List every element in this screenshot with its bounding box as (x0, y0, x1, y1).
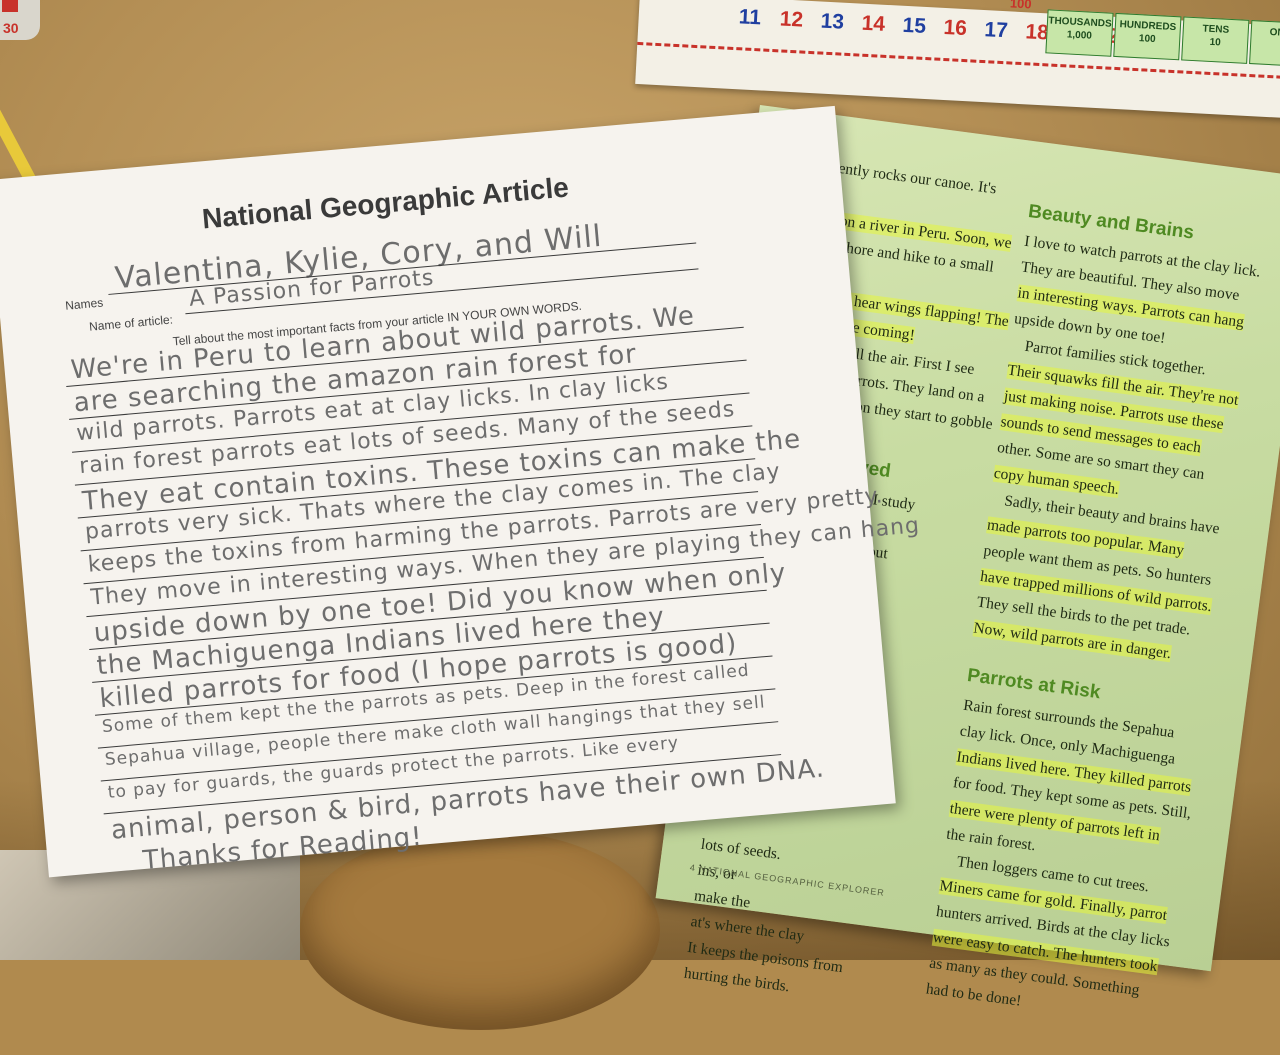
magazine-column-right-body-1: I love to watch parrots at the clay lick… (972, 229, 1280, 677)
number-line-number: 13 (820, 9, 845, 34)
number-line-number: 11 (738, 5, 762, 30)
corner-sticker-number: 30 (3, 20, 19, 36)
magazine-column-right-body-2: Rain forest surrounds the Sepahua clay li… (924, 693, 1232, 1038)
names-label: Names (64, 295, 104, 313)
corner-sticker: 30 (0, 0, 40, 40)
corner-sticker-red-tab (2, 0, 18, 12)
article-label: Name of article: (88, 312, 174, 334)
place-value-box: TENS 10 (1181, 16, 1250, 64)
number-line-number: 15 (902, 13, 927, 38)
stool-seat (300, 830, 660, 1030)
worksheet: National Geographic Article Names Valent… (0, 105, 921, 878)
place-value-number: 10 (1209, 36, 1221, 49)
number-line-top-value: 100 (1009, 0, 1033, 12)
place-value-box: THOUSANDS 1,000 (1045, 9, 1114, 57)
number-line-number: 14 (861, 11, 886, 36)
number-line-number: 16 (942, 15, 968, 41)
number-line-number: 17 (983, 18, 1009, 43)
place-value-number: 1 (1251, 38, 1280, 54)
place-value-box: ONES1 (1249, 20, 1280, 68)
place-value-box: HUNDREDS 100 (1113, 12, 1182, 61)
number-line-number: 12 (779, 7, 804, 32)
